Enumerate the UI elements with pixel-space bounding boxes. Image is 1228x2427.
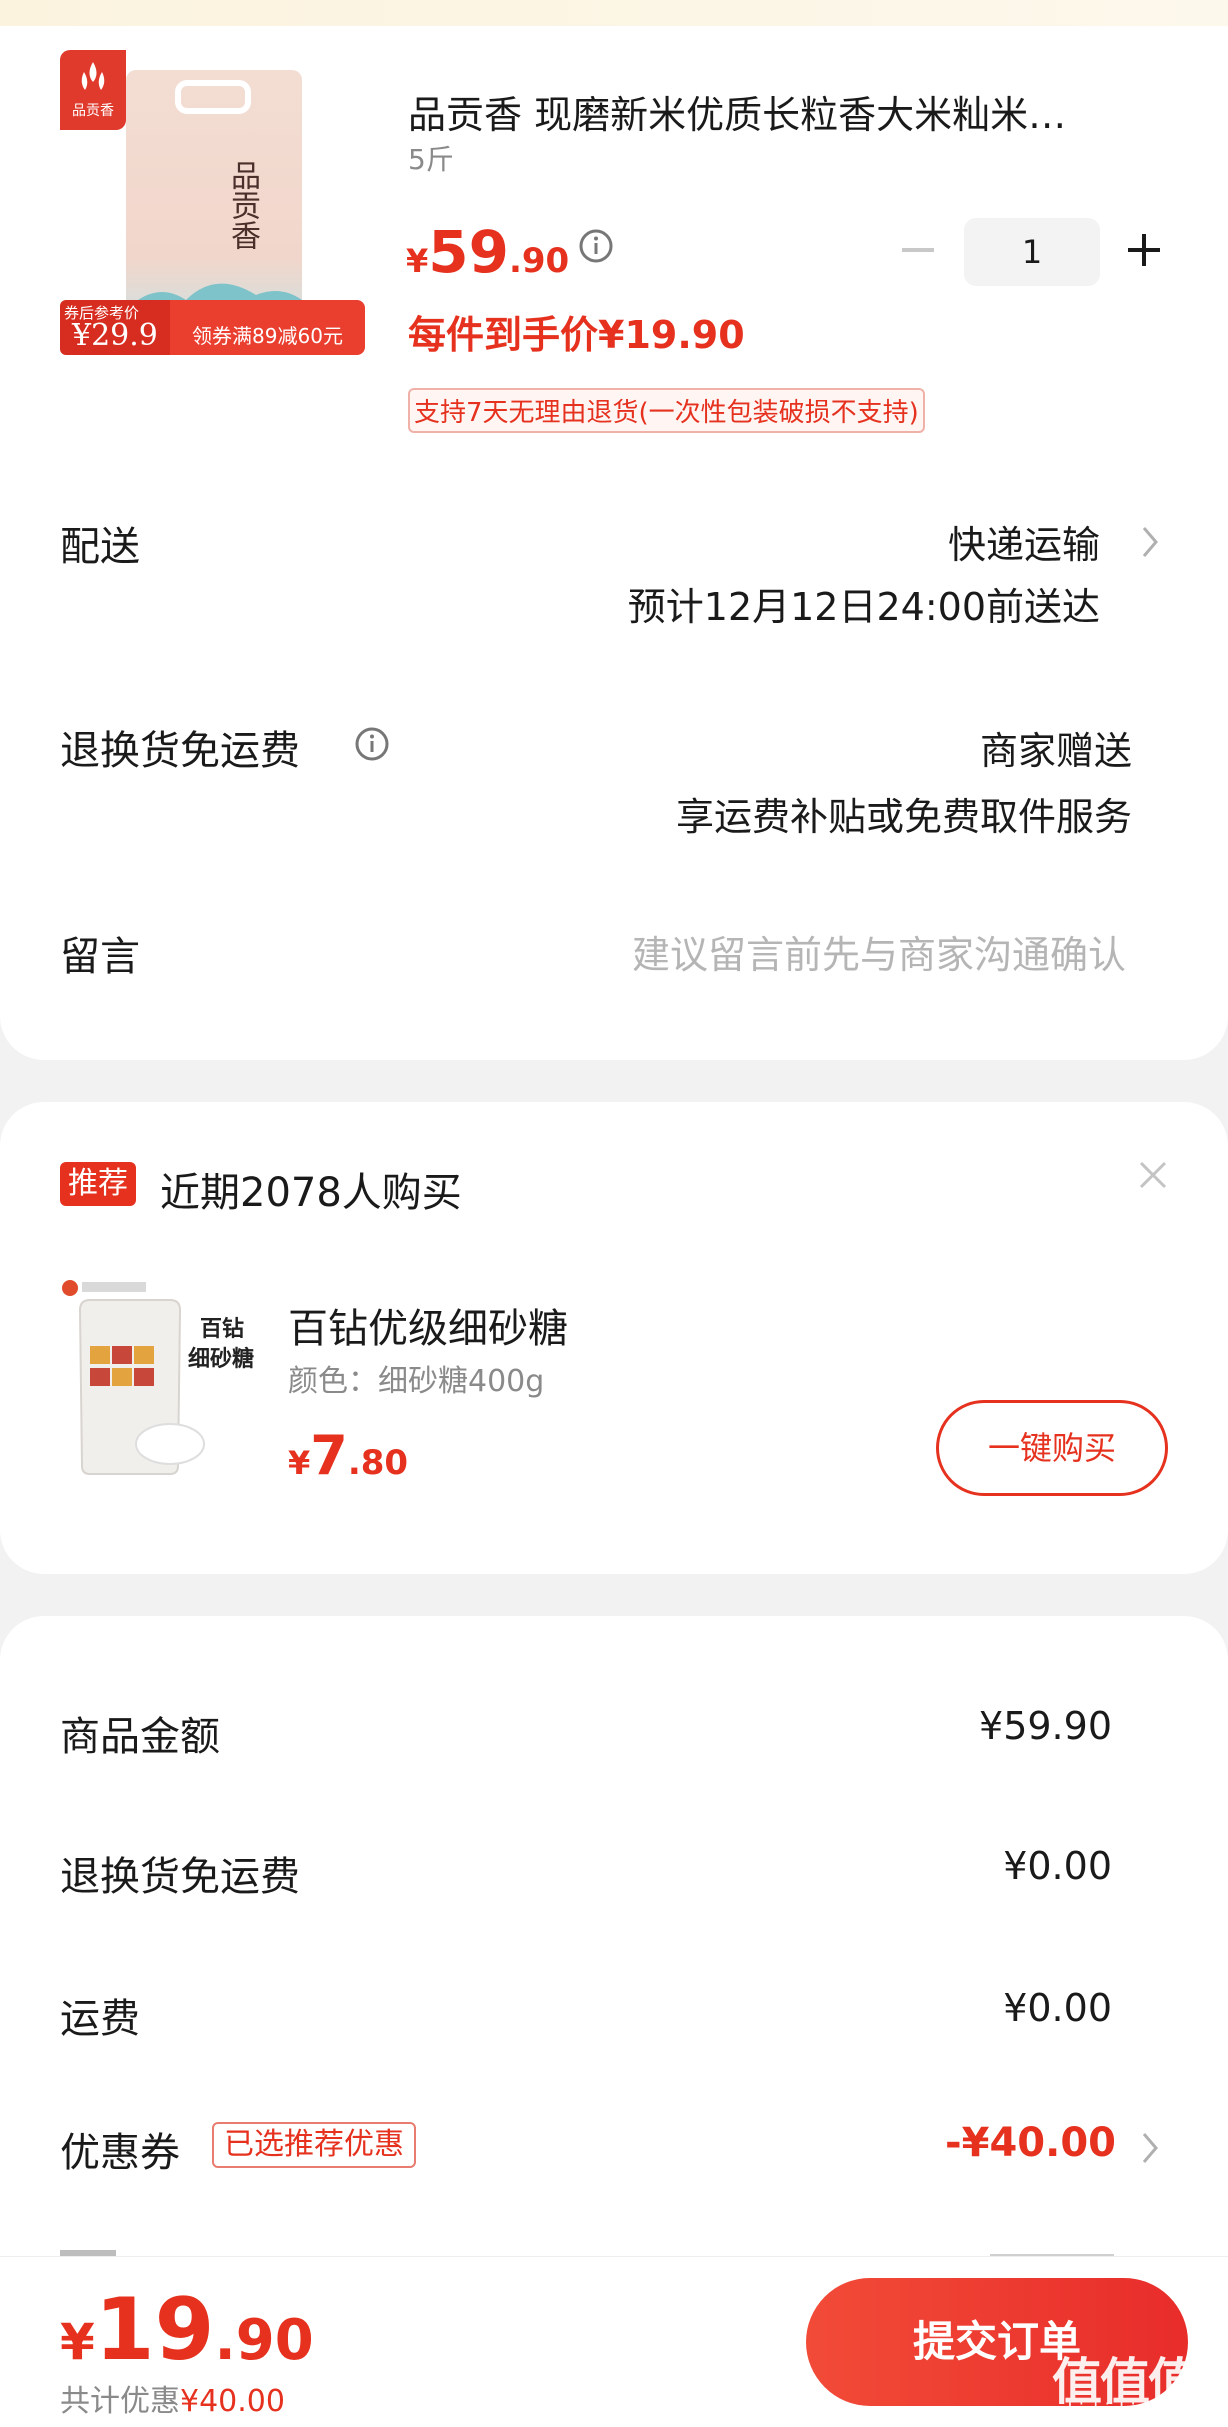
quantity-input[interactable]: 1 — [964, 218, 1100, 286]
top-strip — [0, 0, 1228, 26]
watermark: 值值值 zhizhizhi.com — [1048, 2340, 1228, 2427]
recommend-item-price: ¥7.80 — [288, 1424, 408, 1487]
total-price-symbol: ¥ — [60, 2313, 95, 2371]
coupon-label: 优惠券 — [60, 2130, 180, 2176]
brand-logo: 品贡香 — [60, 50, 126, 130]
promo-reference-price: 券后参考价 ¥29.9 — [60, 300, 170, 355]
coupon-chevron-right-icon[interactable] — [1140, 2130, 1162, 2166]
price-symbol: ¥ — [406, 242, 429, 280]
message-input[interactable]: 建议留言前先与商家沟通确认 — [632, 924, 1126, 979]
brand-logo-text: 品贡香 — [72, 103, 114, 119]
quantity-plus-button[interactable] — [1124, 230, 1164, 270]
promo-value: ¥29.9 — [72, 318, 158, 353]
return-shipping-desc: 享运费补贴或免费取件服务 — [675, 795, 1132, 839]
total-saved-value: ¥40.00 — [180, 2384, 285, 2419]
watermark-url: zhizhizhi.com — [1058, 2400, 1180, 2421]
delivery-eta: 预计12月12日24:00前送达 — [627, 585, 1100, 629]
coupon-badge: 已选推荐优惠 — [212, 2122, 416, 2168]
total-saved: 共计优惠¥40.00 — [60, 2376, 285, 2420]
quantity-minus-button[interactable] — [898, 230, 938, 270]
recommend-item-spec: 颜色：细砂糖400g — [288, 1364, 545, 1399]
delivery-label: 配送 — [60, 524, 140, 570]
product-title[interactable]: 品贡香 现磨新米优质长粒香大米籼米… — [408, 84, 1178, 139]
bag-brand-text: 品贡香 — [225, 160, 260, 250]
goods-amount-label: 商品金额 — [60, 1714, 220, 1760]
rice-drop-icon — [81, 62, 105, 90]
shipping-fee-label: 运费 — [60, 1996, 140, 2042]
delivery-chevron-right-icon[interactable] — [1140, 524, 1162, 560]
goods-amount-value: ¥59.90 — [979, 1704, 1112, 1748]
return-shipping-value: 商家赠送 — [979, 729, 1132, 773]
product-image[interactable]: 品贡香 品贡香 券后参考价 ¥29.9 领券满89减60元 — [60, 50, 365, 355]
recommend-tag: 推荐 — [60, 1162, 136, 1206]
recommend-close-icon[interactable] — [1136, 1158, 1170, 1192]
return-fee-label: 退换货免运费 — [60, 1854, 300, 1900]
rec-price-decimal: .80 — [347, 1443, 409, 1483]
return-fee-value: ¥0.00 — [1003, 1844, 1112, 1888]
price-integer: 59 — [428, 218, 509, 286]
shipping-fee-value: ¥0.00 — [1003, 1986, 1112, 2030]
recommend-title: 近期2078人购买 — [160, 1170, 462, 1216]
promo-coupon: 领券满89减60元 — [170, 300, 365, 355]
deal-price: 每件到手价¥19.90 — [408, 313, 745, 357]
total-price: ¥19.90 — [60, 2280, 314, 2380]
rec-price-symbol: ¥ — [288, 1444, 311, 1482]
total-price-decimal: .90 — [214, 2308, 314, 2373]
recommend-item-name[interactable]: 百钻优级细砂糖 — [288, 1296, 568, 1354]
coupon-value[interactable]: -¥40.00 — [945, 2120, 1116, 2166]
price-decimal: .90 — [508, 241, 570, 281]
svg-text:细砂糖: 细砂糖 — [188, 1346, 254, 1371]
return-policy-tag: 支持7天无理由退货(一次性包装破损不支持) — [408, 388, 925, 433]
bag-handle — [175, 80, 251, 114]
sugar-product-image[interactable]: 百钻 细砂糖 — [60, 1276, 270, 1486]
total-price-integer: 19 — [94, 2280, 215, 2380]
rec-price-integer: 7 — [310, 1424, 348, 1487]
svg-text:百钻: 百钻 — [200, 1316, 244, 1341]
return-shipping-label: 退换货免运费 — [60, 728, 300, 774]
delivery-method[interactable]: 快递运输 — [948, 514, 1100, 569]
total-saved-label: 共计优惠 — [60, 2384, 180, 2419]
message-label: 留言 — [60, 934, 140, 980]
price-info-icon[interactable] — [578, 228, 614, 264]
product-spec[interactable]: 5斤 — [408, 138, 454, 178]
one-click-buy-button[interactable]: 一键购买 — [936, 1400, 1168, 1496]
image-promo-strip: 券后参考价 ¥29.9 领券满89减60元 — [60, 300, 365, 355]
product-price: ¥59.90 — [406, 218, 569, 286]
return-shipping-info-icon[interactable] — [354, 726, 390, 762]
